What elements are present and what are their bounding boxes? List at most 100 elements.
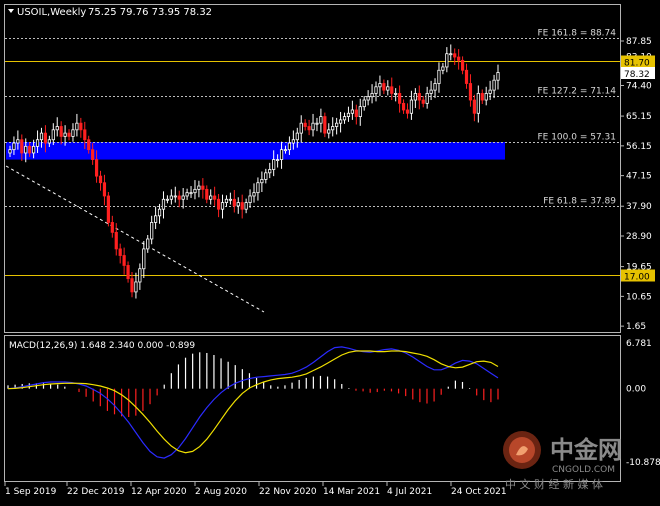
candle-body [464,69,469,84]
candle-body [362,99,366,108]
x-tick-label: 14 Mar 2021 [323,487,380,497]
candle-body [264,172,268,180]
candle-body [47,139,51,144]
candle-body [390,86,394,94]
candle-body [358,106,362,117]
x-tick-label: 12 Apr 2020 [131,487,187,497]
x-tick-label: 2 Aug 2020 [195,487,247,497]
x-tick-label: 24 Oct 2021 [451,487,507,497]
candle-body [8,149,12,154]
candle-body [165,198,170,201]
y-tick-label: 87.85 [626,37,652,47]
candle-body [79,122,83,131]
candle-body [283,149,288,152]
mt4-chart: FE 161.8 = 88.74 FE 127.2 = 71.14 FE 100.0… [0,0,660,502]
candle-body [146,238,150,250]
candle-body [134,281,138,293]
candle-body [327,129,331,134]
candle-body [63,132,67,137]
candle-body [382,83,386,91]
candle-body [126,265,130,280]
candle-body [28,145,32,154]
candle-body [98,175,103,184]
candle-body [425,93,429,104]
candle-body [43,132,48,144]
candle-body [67,132,71,137]
candle-body [157,208,162,217]
candle-body [173,195,177,198]
candle-body [307,126,311,131]
candle-body [12,142,16,151]
watermark-brand: 中金网 [550,436,622,464]
candle-body [480,93,484,101]
candle-body [20,139,24,154]
candle-body [248,195,252,203]
candle-body [276,159,280,161]
candle-body [24,145,28,154]
candle-body [51,129,55,141]
candle-body [169,195,173,200]
support-zone[interactable] [6,142,505,160]
candle-body [110,222,114,233]
candle-body [197,185,201,190]
candle-body [492,79,496,91]
candle-body [83,129,87,141]
dropdown-triangle-icon[interactable] [8,9,14,13]
candle-body [374,86,378,94]
watermark-site: CNGOLD.COM [552,465,615,475]
candle-body [445,53,449,68]
candle-body [240,202,244,210]
candle-body [421,99,425,104]
candle-body [118,248,122,256]
symbol-label: USOIL,Weekly [17,7,86,18]
candle-body [449,53,453,56]
candle-body [323,116,327,134]
watermark-tagline: 中 文 财 经 新 媒 体 [505,477,603,491]
macd-main-line [7,346,499,459]
candle-body [409,99,414,114]
candle-body [189,192,193,195]
candle-body [472,99,476,114]
candle-body [224,198,229,203]
candle-body [150,222,154,240]
candle-body [260,179,264,184]
candle-body [401,102,406,111]
candle-body [154,215,158,223]
macd-y-tick-label: -10.878 [626,458,660,468]
candle-body [303,122,307,127]
candle-body [130,278,134,293]
x-tick-label: 22 Dec 2019 [67,487,125,497]
candle-body [319,116,323,124]
candle-body [102,182,107,197]
candle-body [476,93,480,114]
candle-body [291,139,295,144]
candle-body [244,202,248,210]
y-tick-label: 10.65 [626,292,652,302]
y-tick-label: 56.15 [626,142,652,152]
candle-body [413,93,417,101]
candle-body [366,96,370,101]
candle-body [256,182,260,194]
candle-body [39,132,44,141]
candle-body [398,93,402,104]
candle-body [55,126,59,131]
macd-y-tick-label: 6.781 [626,339,652,349]
candle-body [457,56,461,61]
level-price-label: 17.00 [624,273,650,283]
candle-body [205,188,209,200]
macd-signal-line [7,350,499,454]
y-tick-label: 74.40 [626,81,652,91]
fibo-level-label: FE 127.2 = 71.14 [537,87,616,97]
candle-body [315,122,319,125]
candle-body [433,83,437,91]
candle-body [299,122,303,134]
candle-body [122,255,126,266]
candle-body [335,122,339,127]
y-tick-label: 65.15 [626,112,652,122]
macd-y-tick-label: 0.00 [626,385,646,395]
fibo-level-label: FE 161.8 = 88.74 [537,29,616,39]
candle-body [161,198,166,210]
last-price-label: 78.32 [624,70,650,80]
candle-body [272,159,276,170]
candle-body [201,185,205,190]
